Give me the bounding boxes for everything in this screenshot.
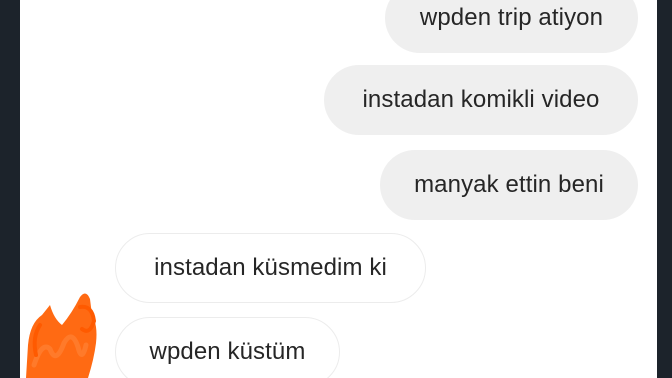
message-text: wpden küstüm bbox=[149, 338, 306, 365]
message-text: wpden trip atiyon bbox=[419, 4, 604, 31]
message-text: instadan komikli video bbox=[362, 86, 600, 113]
message-bubble-sent[interactable]: manyak ettin beni bbox=[380, 150, 638, 220]
message-text: instadan küsmedim ki bbox=[154, 254, 387, 281]
message-bubble-received[interactable]: instadan küsmedim ki bbox=[115, 233, 426, 303]
message-bubble-received[interactable]: wpden küstüm bbox=[115, 317, 340, 378]
message-text: manyak ettin beni bbox=[414, 171, 604, 198]
redacted-avatar-scribble bbox=[26, 293, 97, 378]
chat-thread: wpden trip atiyon instadan komikli video… bbox=[20, 0, 657, 378]
message-bubble-sent[interactable]: instadan komikli video bbox=[324, 65, 638, 135]
message-bubble-sent[interactable]: wpden trip atiyon bbox=[385, 0, 638, 53]
